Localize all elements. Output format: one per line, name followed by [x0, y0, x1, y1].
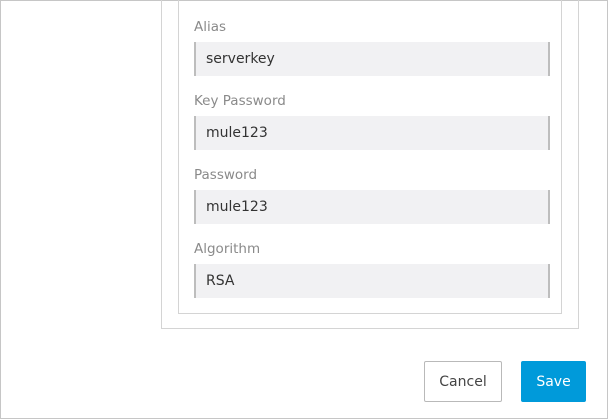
alias-label: Alias — [194, 19, 227, 35]
save-button[interactable]: Save — [521, 361, 586, 402]
cancel-button[interactable]: Cancel — [424, 361, 502, 402]
key-settings-panel: Alias Key Password Password Algorithm — [178, 0, 562, 314]
keystore-panel: Alias Key Password Password Algorithm — [161, 0, 579, 329]
dialog-frame: Alias Key Password Password Algorithm Ca… — [0, 0, 608, 419]
algorithm-input[interactable] — [194, 264, 550, 298]
password-input[interactable] — [194, 190, 550, 224]
password-label: Password — [194, 167, 258, 183]
key-password-input[interactable] — [194, 116, 550, 150]
algorithm-label: Algorithm — [194, 241, 261, 257]
alias-input[interactable] — [194, 42, 550, 76]
key-password-label: Key Password — [194, 93, 286, 109]
